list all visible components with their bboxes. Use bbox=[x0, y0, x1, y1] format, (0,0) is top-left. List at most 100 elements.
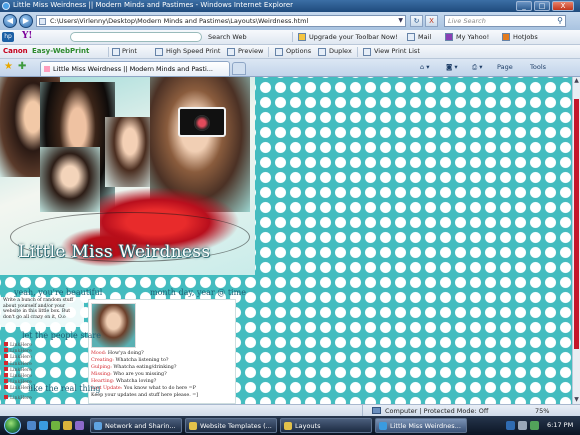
collage-photo bbox=[40, 147, 100, 212]
preview-icon bbox=[227, 48, 235, 56]
page-icon bbox=[39, 18, 46, 25]
folder-icon bbox=[284, 422, 292, 430]
link-list: LinkHere bbox=[4, 395, 84, 401]
taskbar-item-label: Network and Sharin... bbox=[105, 422, 176, 430]
forward-button[interactable]: ▶ bbox=[19, 14, 33, 28]
easy-webprint-button[interactable]: Easy-WebPrint bbox=[32, 47, 89, 55]
network-icon bbox=[94, 422, 102, 430]
taskbar-item[interactable]: Website Templates (... bbox=[185, 418, 277, 433]
taskbar-item-active[interactable]: Little Miss Weirdnes... bbox=[375, 418, 467, 433]
volume-icon[interactable] bbox=[518, 421, 527, 430]
mail-icon bbox=[407, 33, 415, 41]
home-icon[interactable]: ⌂ ▾ bbox=[420, 63, 429, 71]
tab-title: Little Miss Weirdness || Modern Minds an… bbox=[53, 65, 213, 73]
search-web-button[interactable]: Search Web bbox=[208, 33, 247, 41]
preview-button[interactable]: Preview bbox=[238, 47, 263, 55]
mood-row: Gulping: Whatcha eating/drinking? bbox=[91, 365, 177, 370]
app-icon[interactable] bbox=[75, 421, 84, 430]
taskbar-item-label: Little Miss Weirdnes... bbox=[390, 422, 461, 430]
intro-text: Write a bunch of random stuff about your… bbox=[3, 298, 74, 320]
tab-bar: ★ ✚ Little Miss Weirdness || Modern Mind… bbox=[0, 59, 580, 77]
new-tab-button[interactable] bbox=[232, 62, 246, 75]
vertical-scrollbar[interactable]: ▲ ▼ bbox=[572, 77, 580, 404]
stop-button[interactable]: X bbox=[425, 15, 438, 27]
switch-windows-icon[interactable] bbox=[51, 421, 60, 430]
feeds-icon[interactable]: ◙ ▾ bbox=[446, 63, 458, 71]
options-button[interactable]: Options bbox=[286, 47, 311, 55]
chevron-down-icon[interactable]: ▼ bbox=[398, 17, 403, 24]
address-url: C:\Users\Virlenny\Desktop\Modern Minds a… bbox=[50, 17, 309, 25]
mood-row: Mood: How'ya doing? bbox=[91, 351, 144, 356]
print-icon[interactable]: ⎙ ▾ bbox=[472, 63, 483, 72]
divider bbox=[268, 47, 269, 57]
close-button[interactable]: X bbox=[552, 1, 574, 11]
scroll-down-icon[interactable]: ▼ bbox=[573, 396, 580, 404]
start-orb-icon[interactable] bbox=[4, 417, 21, 434]
window-title: Little Miss Weirdness || Modern Minds an… bbox=[13, 1, 294, 9]
refresh-button[interactable]: ↻ bbox=[410, 15, 423, 27]
my-yahoo-button[interactable]: My Yahoo! bbox=[456, 33, 489, 41]
camera-graphic bbox=[178, 107, 226, 137]
hotjobs-button[interactable]: HotJobs bbox=[513, 33, 538, 41]
back-button[interactable]: ◀ bbox=[3, 14, 17, 28]
address-row: ◀ ▶ C:\Users\Virlenny\Desktop\Modern Min… bbox=[0, 12, 580, 30]
duplex-icon bbox=[318, 48, 326, 56]
mood-row: Last Update: You know what to do here =P bbox=[91, 386, 196, 391]
high-speed-print-button[interactable]: High Speed Print bbox=[166, 47, 220, 55]
maximize-button[interactable]: □ bbox=[534, 1, 550, 11]
print-button[interactable]: Print bbox=[122, 47, 137, 55]
mood-row: Hearting: Whatcha loving? bbox=[91, 379, 157, 384]
divider bbox=[108, 47, 109, 57]
divider bbox=[292, 32, 293, 42]
show-desktop-icon[interactable] bbox=[27, 421, 36, 430]
section-title: like the real thing bbox=[28, 384, 101, 393]
section-title: let the people stare bbox=[22, 331, 101, 340]
warning-icon bbox=[298, 33, 306, 41]
add-favorites-icon[interactable]: ✚ bbox=[18, 61, 26, 72]
search-icon[interactable]: ⚲ bbox=[557, 16, 563, 25]
my-yahoo-icon bbox=[445, 33, 453, 41]
web-page: Little Miss Weirdness yeah, you're beaut… bbox=[0, 77, 572, 404]
collage-photo bbox=[105, 117, 155, 187]
tab-active[interactable]: Little Miss Weirdness || Modern Minds an… bbox=[40, 61, 230, 76]
list-item[interactable]: LinkHere bbox=[4, 395, 84, 401]
title-bar: Little Miss Weirdness || Modern Minds an… bbox=[0, 0, 580, 12]
scroll-up-icon[interactable]: ▲ bbox=[573, 77, 580, 85]
print-list-icon bbox=[363, 48, 371, 56]
duplex-button[interactable]: Duplex bbox=[329, 47, 352, 55]
scroll-thumb[interactable] bbox=[574, 99, 579, 349]
minimize-button[interactable]: _ bbox=[516, 1, 532, 11]
taskbar-item[interactable]: Network and Sharin... bbox=[90, 418, 182, 433]
folder-icon[interactable] bbox=[63, 421, 72, 430]
zoom-level[interactable]: 75% bbox=[535, 407, 549, 415]
address-bar[interactable]: C:\Users\Virlenny\Desktop\Modern Minds a… bbox=[36, 15, 406, 27]
header-left-title: yeah, you're beautiful bbox=[14, 288, 103, 297]
favorites-star-icon[interactable]: ★ bbox=[4, 61, 13, 72]
options-icon bbox=[275, 48, 283, 56]
print-icon bbox=[112, 48, 120, 56]
ie-icon bbox=[2, 2, 10, 10]
divider bbox=[357, 47, 358, 57]
view-print-list-button[interactable]: View Print List bbox=[374, 47, 420, 55]
page-menu[interactable]: Page bbox=[497, 63, 513, 71]
network-icon[interactable] bbox=[506, 421, 515, 430]
yahoo-search-input[interactable] bbox=[70, 32, 202, 42]
ie-icon[interactable] bbox=[39, 421, 48, 430]
folder-icon bbox=[189, 422, 197, 430]
computer-icon bbox=[372, 407, 381, 414]
tray-icon[interactable] bbox=[530, 421, 539, 430]
header-right-date: month day, year @ time bbox=[150, 288, 246, 297]
search-placeholder: Live Search bbox=[448, 17, 486, 25]
site-logo: Little Miss Weirdness bbox=[18, 242, 211, 262]
hp-icon[interactable]: hp bbox=[2, 32, 14, 42]
taskbar-item[interactable]: Layouts bbox=[280, 418, 372, 433]
hotjobs-icon bbox=[502, 33, 510, 41]
upgrade-toolbar-button[interactable]: Upgrade your Toolbar Now! bbox=[309, 33, 398, 41]
clock[interactable]: 6:17 PM bbox=[547, 421, 573, 429]
tools-menu[interactable]: Tools bbox=[530, 63, 546, 71]
mood-row: Creating: Whatcha listening to? bbox=[91, 358, 169, 363]
mail-button[interactable]: Mail bbox=[418, 33, 431, 41]
mood-list: Mood: How'ya doing? Creating: Whatcha li… bbox=[91, 350, 196, 392]
yahoo-logo[interactable]: Y! bbox=[22, 31, 32, 41]
search-input[interactable]: Live Search ⚲ bbox=[444, 15, 566, 27]
